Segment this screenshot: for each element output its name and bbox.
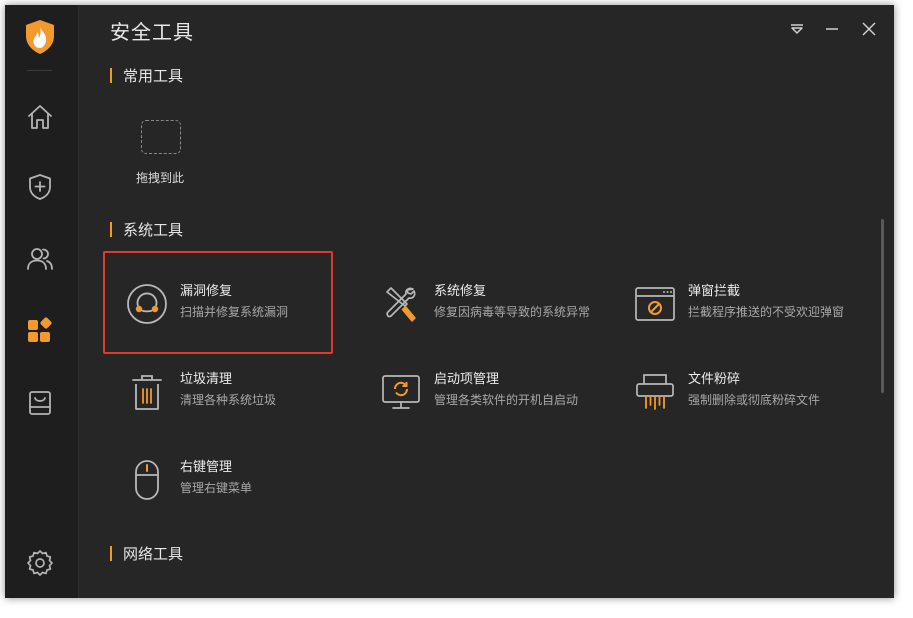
- sidebar-item-box[interactable]: [22, 385, 58, 421]
- tool-description: 强制删除或彻底粉碎文件: [688, 393, 821, 407]
- scrollbar[interactable]: [881, 219, 884, 393]
- trash-icon: [125, 370, 169, 414]
- minimize-icon: [826, 28, 838, 30]
- wrench-screwdriver-icon: [379, 282, 423, 326]
- tool-name: 垃圾清理: [180, 372, 233, 387]
- minimize-button[interactable]: [820, 17, 844, 41]
- vuln-fix-icon: [125, 282, 169, 326]
- sidebar-item-protection[interactable]: [22, 169, 58, 205]
- section-marker: [110, 68, 112, 83]
- tool-description: 拦截程序推送的不受欢迎弹窗: [688, 305, 845, 319]
- sidebar-divider: [27, 70, 52, 71]
- tool-name: 文件粉碎: [688, 372, 741, 387]
- section-marker: [110, 222, 112, 237]
- tool-description: 修复因病毒等导致的系统异常: [434, 305, 591, 319]
- tool-description: 清理各种系统垃圾: [180, 393, 277, 407]
- tool-name: 弹窗拦截: [688, 284, 741, 299]
- tool-context-menu[interactable]: 右键管理 管理右键菜单: [125, 452, 365, 508]
- mouse-icon: [125, 458, 169, 502]
- tool-startup-manager[interactable]: 启动项管理 管理各类软件的开机自启动: [379, 364, 619, 420]
- gear-icon: [27, 550, 53, 576]
- tool-system-repair[interactable]: 系统修复 修复因病毒等导致的系统异常: [379, 276, 619, 332]
- menu-dropdown-button[interactable]: [785, 17, 809, 41]
- sidebar: [5, 5, 79, 598]
- tray-icon: [29, 391, 51, 415]
- home-icon: [28, 105, 52, 129]
- dropdown-menu-icon: [791, 24, 803, 34]
- users-icon: [27, 248, 53, 270]
- tool-file-shredder[interactable]: 文件粉碎 强制删除或彻底粉碎文件: [633, 364, 873, 420]
- tool-popup-block[interactable]: 弹窗拦截 拦截程序推送的不受欢迎弹窗: [633, 276, 873, 332]
- section-title: 系统工具: [123, 221, 184, 239]
- tool-name: 系统修复: [434, 284, 487, 299]
- section-title: 网络工具: [123, 545, 184, 563]
- section-title: 常用工具: [123, 67, 184, 85]
- tool-name: 漏洞修复: [180, 284, 233, 299]
- tool-description: 管理各类软件的开机自启动: [434, 393, 579, 407]
- close-button[interactable]: [857, 17, 881, 41]
- tool-name: 启动项管理: [434, 372, 500, 387]
- close-icon: [862, 22, 876, 36]
- tool-vuln-fix[interactable]: 漏洞修复 扫描并修复系统漏洞: [125, 276, 365, 332]
- section-marker: [110, 546, 112, 561]
- drop-zone[interactable]: 拖拽到此: [120, 117, 200, 192]
- tool-name: 右键管理: [180, 460, 233, 475]
- startup-monitor-icon: [379, 370, 423, 414]
- drop-zone-label: 拖拽到此: [135, 171, 184, 185]
- app-window: 安全工具 常用工具 拖拽到此 系统工具 漏洞修复 扫描并修复系统漏洞 系统修复 …: [5, 5, 894, 598]
- sidebar-item-home[interactable]: [22, 99, 58, 135]
- tool-description: 扫描并修复系统漏洞: [180, 305, 289, 319]
- tool-description: 管理右键菜单: [180, 481, 253, 495]
- flame-shield-logo: [24, 19, 56, 55]
- sidebar-item-settings[interactable]: [22, 545, 58, 581]
- window-title: 安全工具: [110, 20, 194, 44]
- apps-icon: [28, 317, 52, 342]
- shredder-icon: [633, 370, 677, 414]
- sidebar-item-tools[interactable]: [22, 313, 58, 349]
- shield-plus-icon: [29, 174, 51, 200]
- dashed-square-icon: [141, 120, 181, 154]
- tool-junk-clean[interactable]: 垃圾清理 清理各种系统垃圾: [125, 364, 365, 420]
- sidebar-item-account[interactable]: [22, 241, 58, 277]
- popup-block-icon: [633, 282, 677, 326]
